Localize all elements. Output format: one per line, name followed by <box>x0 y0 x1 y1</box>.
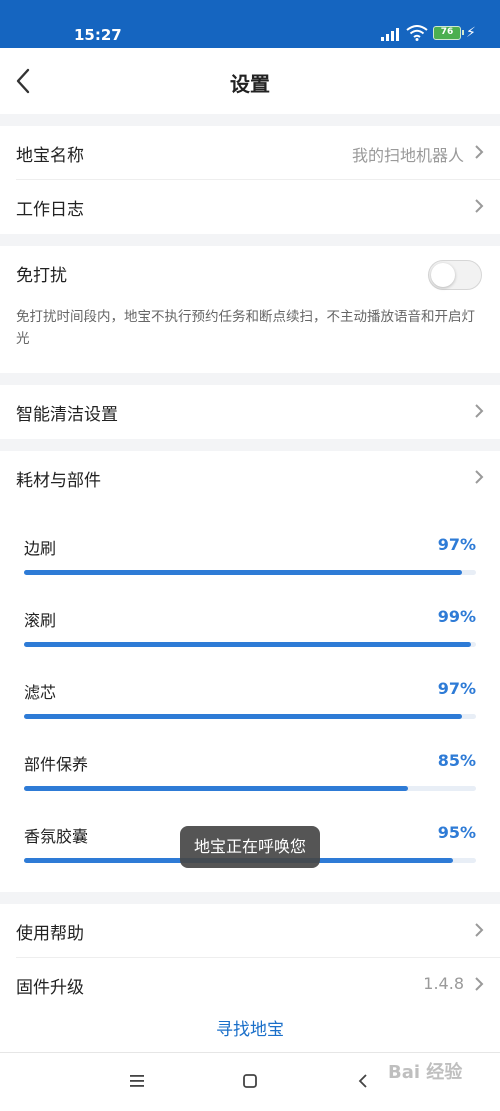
part-filter[interactable]: 滤芯 97% <box>24 679 476 751</box>
page-title: 设置 <box>230 72 270 96</box>
battery-indicator: 76 <box>433 26 464 40</box>
part-name: 部件保养 <box>24 755 89 774</box>
smart-clean-label: 智能清洁设置 <box>16 405 118 425</box>
work-log-row[interactable]: 工作日志 <box>0 180 500 234</box>
chevron-right-icon <box>475 404 484 418</box>
part-roller-brush[interactable]: 滚刷 99% <box>24 607 476 679</box>
toast-message: 地宝正在呼唤您 <box>180 826 320 868</box>
part-percent: 97% <box>437 535 476 554</box>
progress-track <box>24 786 476 791</box>
help-label: 使用帮助 <box>16 924 84 944</box>
signal-icon <box>381 28 399 41</box>
device-name-value: 我的扫地机器人 <box>351 146 464 165</box>
dnd-row: 免打扰 <box>0 246 500 302</box>
progress-fill <box>24 642 472 647</box>
part-side-brush[interactable]: 边刷 97% <box>24 535 476 607</box>
progress-fill <box>24 570 463 575</box>
part-maintenance[interactable]: 部件保养 85% <box>24 751 476 823</box>
wifi-icon <box>406 25 428 41</box>
dnd-label: 免打扰 <box>16 266 67 286</box>
charging-icon: ⚡ <box>466 25 476 41</box>
dnd-toggle[interactable] <box>428 260 482 290</box>
menu-icon[interactable] <box>129 1074 145 1088</box>
back-icon[interactable] <box>358 1074 368 1088</box>
chevron-right-icon <box>475 199 484 213</box>
progress-track <box>24 570 476 575</box>
progress-track <box>24 642 476 647</box>
chevron-right-icon <box>475 145 484 159</box>
device-name-label: 地宝名称 <box>16 146 84 166</box>
status-bar: 15:27 76 ⚡ <box>0 0 500 48</box>
smart-clean-row[interactable]: 智能清洁设置 <box>0 385 500 439</box>
firmware-version: 1.4.8 <box>423 974 464 993</box>
part-name: 滚刷 <box>24 611 57 630</box>
device-name-row[interactable]: 地宝名称 我的扫地机器人 <box>0 126 500 180</box>
progress-fill <box>24 786 409 791</box>
chevron-right-icon <box>475 923 484 937</box>
dnd-description: 免打扰时间段内，地宝不执行预约任务和断点续扫，不主动播放语音和开启灯光 <box>16 309 475 347</box>
smart-clean-card: 智能清洁设置 <box>0 385 500 439</box>
progress-fill <box>24 714 463 719</box>
progress-track <box>24 714 476 719</box>
consumables-label: 耗材与部件 <box>16 471 101 491</box>
help-row[interactable]: 使用帮助 <box>0 904 500 958</box>
chevron-right-icon <box>475 470 484 484</box>
toggle-knob <box>431 263 455 287</box>
header: 设置 <box>0 48 500 114</box>
find-robot-button[interactable]: 寻找地宝 <box>0 1015 500 1040</box>
part-percent: 95% <box>437 823 476 842</box>
part-percent: 99% <box>437 607 476 626</box>
consumables-row[interactable]: 耗材与部件 <box>0 451 500 505</box>
dnd-card: 免打扰 免打扰时间段内，地宝不执行预约任务和断点续扫，不主动播放语音和开启灯光 <box>0 246 500 373</box>
firmware-label: 固件升级 <box>16 978 84 998</box>
chevron-right-icon <box>475 977 484 991</box>
part-name: 边刷 <box>24 539 57 558</box>
home-icon[interactable] <box>243 1074 257 1088</box>
part-name: 滤芯 <box>24 683 57 702</box>
part-percent: 85% <box>437 751 476 770</box>
firmware-row[interactable]: 固件升级 1.4.8 <box>0 958 500 1012</box>
watermark: Bai 经验 <box>388 1062 463 1083</box>
status-time: 15:27 <box>74 26 122 44</box>
device-card: 地宝名称 我的扫地机器人 工作日志 <box>0 126 500 234</box>
part-name: 香氛胶囊 <box>24 827 89 846</box>
part-percent: 97% <box>437 679 476 698</box>
work-log-label: 工作日志 <box>16 200 84 220</box>
